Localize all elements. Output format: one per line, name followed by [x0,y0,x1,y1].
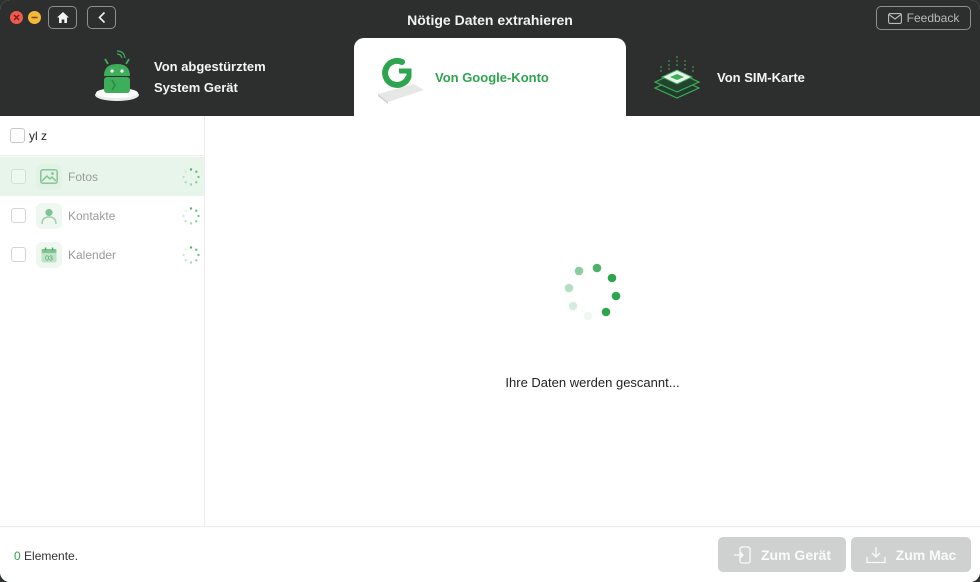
sidebar-item-kontakte[interactable]: Kontakte [0,196,204,235]
photo-icon [36,163,62,190]
sidebar-item-label: Fotos [68,169,99,184]
tab-crashed-device[interactable]: Von abgestürztem System Gerät [90,38,352,116]
window-title: Nötige Daten extrahieren [407,12,573,28]
element-count-suffix: Elemente. [20,549,79,563]
sim-card-icon [653,56,701,99]
element-count-number: 0 [14,549,21,563]
to-device-label: Zum Gerät [760,546,831,563]
main-content: Ihre Daten werden gescannt... [205,116,980,526]
item-checkbox[interactable] [11,169,26,184]
item-checkbox[interactable] [11,247,26,262]
to-device-button[interactable]: Zum Gerät [718,537,846,572]
mail-icon [887,12,902,24]
tab-label: Von SIM-Karte [717,69,805,85]
scanning-spinner-icon [564,263,621,321]
sidebar-item-kalender[interactable]: 03 Kalender [0,235,204,274]
footer-bar: 0 Elemente. Zum Gerät Zum Mac [0,526,980,582]
loading-spinner-icon [182,245,200,264]
calendar-icon-text: 03 [45,255,53,262]
account-label: yl z [29,128,47,143]
category-sidebar: yl z Fotos Kontakte 03 Kalender [0,116,205,526]
sidebar-header: yl z [0,116,204,156]
calendar-icon: 03 [36,241,62,268]
to-mac-label: Zum Mac [895,546,957,563]
loading-spinner-icon [182,167,200,186]
tab-google-account[interactable]: Von Google-Konto [354,38,626,116]
contact-icon [36,202,62,229]
tab-label: Von abgestürztem System Gerät [154,59,266,95]
feedback-button[interactable]: Feedback [876,6,971,30]
to-mac-button[interactable]: Zum Mac [851,537,971,572]
sidebar-item-label: Kalender [68,247,117,262]
select-all-checkbox[interactable] [10,128,25,143]
loading-spinner-icon [182,206,200,225]
app-window: Nötige Daten extrahieren Feedback Von ab… [0,0,980,582]
scan-status-text: Ihre Daten werden gescannt... [505,375,680,390]
title-bar: Nötige Daten extrahieren Feedback Von ab… [0,0,980,116]
tab-sim-card[interactable]: Von SIM-Karte [652,38,952,116]
feedback-label: Feedback [906,11,960,25]
tab-label: Von Google-Konto [435,69,549,85]
item-checkbox[interactable] [11,208,26,223]
android-robot-icon [95,50,139,101]
download-to-mac-icon [866,546,886,563]
element-count: 0 Elemente. [14,549,78,563]
sidebar-item-label: Kontakte [68,208,116,223]
google-account-icon [378,57,424,104]
export-to-device-icon [733,545,751,564]
sidebar-item-fotos[interactable]: Fotos [0,157,204,196]
